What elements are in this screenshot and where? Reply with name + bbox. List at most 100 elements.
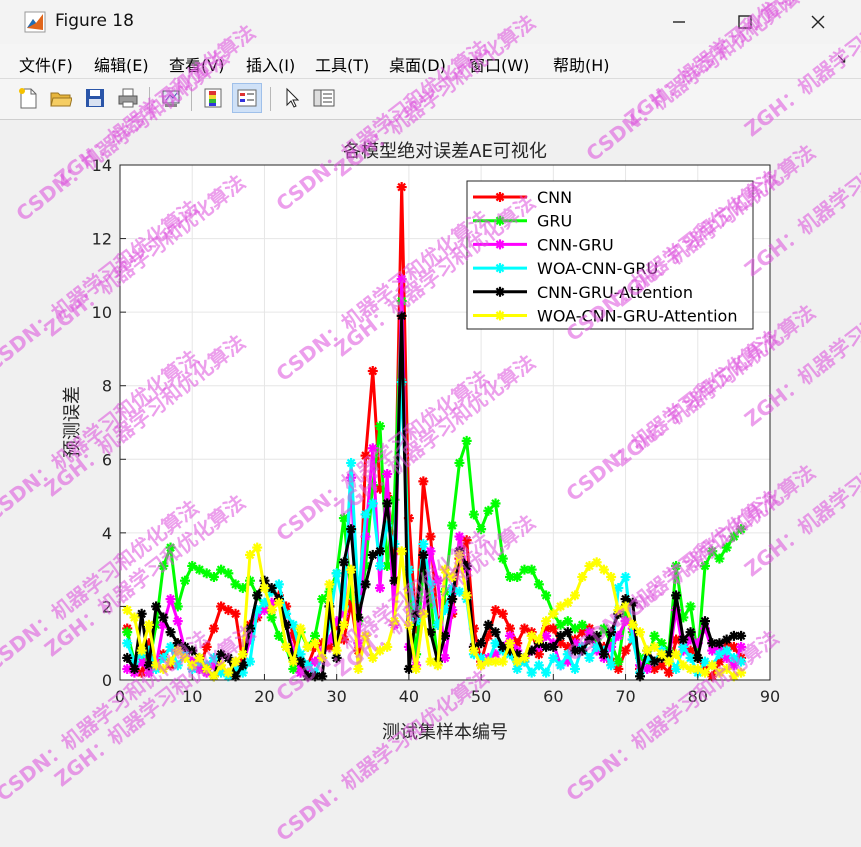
data-point — [223, 667, 234, 678]
data-point — [598, 649, 609, 660]
data-point — [570, 663, 580, 674]
data-point — [346, 524, 357, 535]
minimize-icon — [673, 21, 685, 23]
y-tick-label: 0 — [102, 671, 112, 690]
data-point — [360, 509, 371, 520]
data-point — [490, 498, 501, 509]
data-point — [606, 572, 617, 582]
menu-tools[interactable]: 工具(T) — [315, 52, 369, 76]
data-point — [158, 663, 169, 674]
data-point — [736, 667, 747, 678]
data-point — [548, 652, 559, 663]
dock-arrow-icon[interactable]: ↘ — [836, 52, 847, 67]
x-tick-label: 80 — [688, 687, 708, 706]
menu-desktop[interactable]: 桌面(D) — [389, 52, 446, 76]
data-point — [367, 652, 378, 663]
close-button[interactable] — [795, 0, 841, 44]
data-point — [223, 568, 234, 579]
legend-label: CNN-GRU-Attention — [537, 283, 693, 302]
data-point — [685, 601, 696, 612]
new-file-button[interactable] — [13, 83, 43, 113]
menu-insert[interactable]: 插入(I) — [246, 52, 295, 76]
data-point — [418, 608, 429, 619]
data-point — [591, 630, 602, 641]
data-point — [533, 579, 544, 590]
data-point — [707, 660, 718, 671]
data-point — [736, 524, 747, 535]
data-point — [172, 645, 183, 656]
data-point — [143, 619, 154, 630]
data-point — [483, 505, 494, 516]
data-point — [158, 612, 169, 623]
maximize-button[interactable] — [722, 0, 768, 44]
x-tick-label: 70 — [615, 687, 635, 706]
data-point — [382, 498, 393, 509]
data-point — [396, 274, 407, 285]
title-bar: Figure 18 — [0, 0, 861, 44]
print-icon — [118, 88, 138, 108]
data-point — [700, 616, 710, 627]
x-tick-label: 0 — [115, 687, 125, 706]
data-point — [396, 182, 407, 193]
open-button[interactable] — [46, 83, 76, 113]
data-point — [331, 645, 342, 656]
data-point — [548, 608, 559, 619]
legend-marker — [495, 192, 505, 202]
legend-marker — [495, 286, 505, 297]
data-point — [562, 627, 573, 638]
insert-colorbar-icon — [204, 88, 222, 108]
y-tick-label: 2 — [102, 597, 112, 616]
data-point — [245, 549, 255, 560]
print-button[interactable] — [113, 83, 143, 113]
data-point — [541, 616, 552, 627]
data-point — [497, 553, 508, 564]
data-point — [259, 583, 270, 594]
data-point — [288, 656, 299, 667]
data-point — [591, 557, 602, 568]
data-point — [317, 652, 328, 663]
data-point — [201, 641, 212, 652]
minimize-button[interactable] — [656, 0, 702, 44]
data-point — [570, 590, 580, 601]
data-point — [375, 546, 385, 557]
chart-title: 各模型绝对误差AE可视化 — [343, 141, 547, 162]
data-point — [165, 656, 176, 667]
legend-label: CNN-GRU — [537, 235, 614, 254]
menu-window[interactable]: 窗口(W) — [469, 52, 529, 76]
y-tick-label: 4 — [102, 524, 112, 543]
data-point — [606, 627, 617, 638]
data-point — [483, 619, 494, 630]
x-tick-label: 40 — [399, 687, 419, 706]
menu-view[interactable]: 查看(V) — [169, 52, 224, 76]
data-point — [635, 627, 645, 638]
menu-help[interactable]: 帮助(H) — [553, 52, 610, 76]
data-point — [136, 645, 147, 656]
edit-plot-button[interactable] — [277, 83, 307, 113]
data-point — [389, 616, 400, 627]
data-point — [598, 564, 609, 575]
save-icon — [86, 89, 104, 107]
y-axis-label: 预测误差 — [62, 386, 83, 458]
insert-legend-button[interactable] — [232, 83, 262, 113]
data-point — [671, 560, 682, 571]
data-point — [476, 524, 487, 535]
save-button[interactable] — [80, 83, 110, 113]
data-point — [555, 660, 566, 671]
menu-file[interactable]: 文件(F) — [19, 52, 73, 76]
property-inspector-button[interactable] — [309, 83, 339, 113]
data-point — [338, 557, 349, 568]
menu-edit[interactable]: 编辑(E) — [94, 52, 149, 76]
data-point — [447, 572, 458, 582]
data-point — [230, 656, 241, 667]
data-point — [505, 638, 515, 649]
data-point — [671, 590, 682, 601]
data-point — [360, 579, 371, 590]
legend[interactable]: CNN GRU CNN-GRU WOA-CNN-GRU CNN-GRU-Attentio… — [466, 180, 754, 330]
link-plot-button[interactable] — [156, 83, 186, 113]
data-point — [122, 652, 133, 663]
data-point — [541, 590, 552, 601]
insert-colorbar-button[interactable] — [198, 83, 228, 113]
x-tick-label: 90 — [760, 687, 780, 706]
maximize-icon — [738, 15, 752, 29]
x-tick-label: 60 — [543, 687, 563, 706]
